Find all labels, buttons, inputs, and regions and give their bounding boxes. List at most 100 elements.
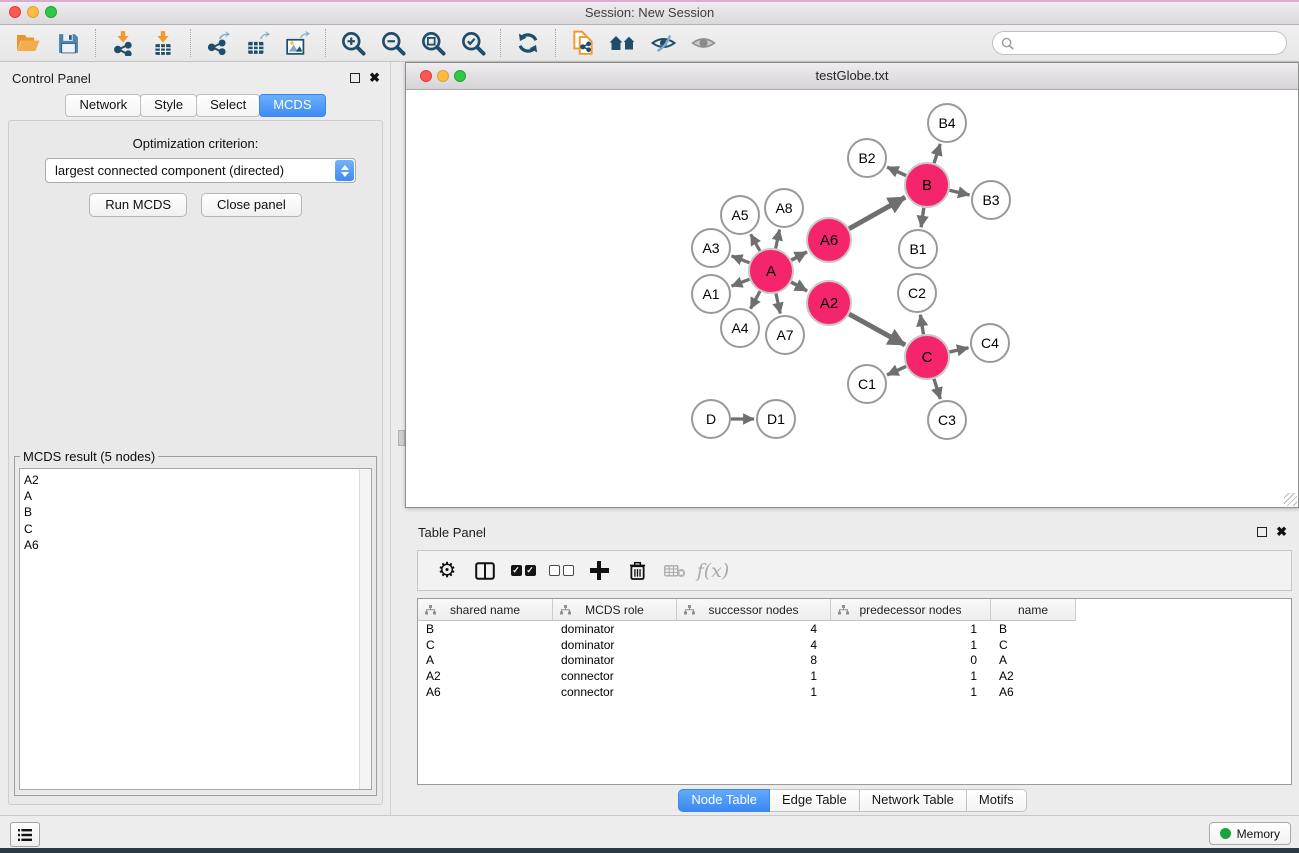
float-panel-icon[interactable] [350, 73, 360, 83]
zoom-window-button[interactable] [45, 6, 57, 18]
tab-select[interactable]: Select [196, 94, 260, 117]
tab-edge-table[interactable]: Edge Table [769, 789, 860, 812]
graph-node-C2[interactable]: C2 [898, 274, 936, 312]
graph-edge-A-A4[interactable] [751, 291, 761, 308]
graph-edge-A6-B[interactable] [849, 197, 905, 229]
import-table-icon[interactable] [143, 27, 183, 59]
mcds-result-item[interactable]: B [24, 504, 355, 520]
minimize-window-button[interactable] [27, 6, 39, 18]
table-row[interactable]: A2connector11A2 [418, 668, 1291, 684]
graph-edge-A-A8[interactable] [776, 230, 780, 249]
graph-edge-C-C1[interactable] [887, 366, 906, 375]
export-network-icon[interactable] [198, 27, 238, 59]
list-scrollbar[interactable] [359, 469, 371, 789]
memory-button[interactable]: Memory [1209, 822, 1291, 845]
mcds-result-list[interactable]: A2ABCA6 [19, 468, 372, 790]
graph-edge-C-C2[interactable] [920, 315, 923, 335]
table-row[interactable]: Cdominator41C [418, 637, 1291, 653]
graph-node-C[interactable]: C [905, 335, 949, 379]
graph-node-B4[interactable]: B4 [928, 104, 966, 142]
split-table-icon[interactable] [466, 562, 504, 580]
tab-node-table[interactable]: Node Table [678, 789, 770, 812]
close-panel-button[interactable]: Close panel [201, 193, 302, 217]
graph-node-A7[interactable]: A7 [766, 316, 804, 354]
graph-edge-A-A7[interactable] [776, 293, 780, 313]
graph-node-C3[interactable]: C3 [928, 401, 966, 439]
save-session-icon[interactable] [48, 27, 88, 59]
minimize-window-button[interactable] [437, 70, 449, 82]
add-column-icon[interactable] [580, 561, 618, 580]
graph-edge-B-B1[interactable] [921, 208, 924, 227]
run-mcds-button[interactable]: Run MCDS [89, 193, 187, 217]
open-folder-icon[interactable] [8, 27, 48, 59]
select-all-checkboxes-icon[interactable]: ✓✓ [504, 565, 542, 576]
export-table-icon[interactable] [238, 27, 278, 59]
panel-splitter-handle[interactable] [398, 430, 405, 446]
zoom-window-button[interactable] [454, 70, 466, 82]
graph-edge-B-B2[interactable] [887, 167, 906, 176]
graph-node-D1[interactable]: D1 [757, 400, 795, 438]
home-layouts-icon[interactable] [603, 27, 643, 59]
graph-node-A[interactable]: A [749, 249, 793, 293]
mcds-result-item[interactable]: C [24, 521, 355, 537]
column-header-successor-nodes[interactable]: successor nodes [677, 599, 831, 621]
column-header-MCDS-role[interactable]: MCDS role [553, 599, 677, 621]
copy-network-icon[interactable] [563, 27, 603, 59]
table-row[interactable]: A6connector11A6 [418, 684, 1291, 700]
network-window-titlebar[interactable]: testGlobe.txt [406, 63, 1298, 90]
deselect-all-checkboxes-icon[interactable] [542, 565, 580, 576]
column-header-shared-name[interactable]: shared name [418, 599, 553, 621]
optimization-criterion-select[interactable]: largest connected component (directed) [45, 158, 356, 183]
close-panel-icon[interactable]: ✖ [369, 72, 380, 84]
graph-node-A6[interactable]: A6 [807, 218, 851, 262]
zoom-in-icon[interactable] [333, 27, 373, 59]
graph-edge-C-C3[interactable] [934, 379, 940, 399]
gear-icon[interactable]: ⚙ [428, 561, 466, 581]
tab-motifs[interactable]: Motifs [966, 789, 1027, 812]
graph-edge-B-B3[interactable] [949, 190, 969, 195]
graph-node-B1[interactable]: B1 [899, 230, 937, 268]
tab-mcds[interactable]: MCDS [259, 94, 325, 117]
task-history-button[interactable] [10, 822, 40, 847]
network-canvas[interactable]: AA1A2A3A4A5A6A7A8BB1B2B3B4CC1C2C3C4DD1 [406, 90, 1298, 507]
graph-edge-A-A6[interactable] [791, 252, 807, 260]
graph-node-B[interactable]: B [905, 163, 949, 207]
close-window-button[interactable] [9, 6, 21, 18]
graph-node-A2[interactable]: A2 [807, 281, 851, 325]
close-panel-icon[interactable]: ✖ [1276, 526, 1287, 538]
graph-node-A3[interactable]: A3 [692, 229, 730, 267]
column-header-predecessor-nodes[interactable]: predecessor nodes [831, 599, 991, 621]
zoom-selected-icon[interactable] [453, 27, 493, 59]
graph-node-C4[interactable]: C4 [971, 324, 1009, 362]
zoom-fit-icon[interactable] [413, 27, 453, 59]
hide-panels-eye-icon[interactable] [643, 27, 683, 59]
tab-network-table[interactable]: Network Table [859, 789, 967, 812]
float-panel-icon[interactable] [1257, 527, 1267, 537]
graph-edge-A-A2[interactable] [791, 282, 807, 291]
toolbar-search-box[interactable] [992, 31, 1287, 55]
graph-node-B2[interactable]: B2 [848, 139, 886, 177]
graph-edge-A2-C[interactable] [849, 314, 905, 345]
search-input[interactable] [1014, 32, 1286, 54]
close-window-button[interactable] [420, 70, 432, 82]
graph-node-D[interactable]: D [692, 400, 730, 438]
graph-node-B3[interactable]: B3 [972, 181, 1010, 219]
graph-edge-A-A3[interactable] [732, 256, 750, 263]
export-image-icon[interactable] [278, 27, 318, 59]
graph-node-A4[interactable]: A4 [721, 309, 759, 347]
node-table[interactable]: shared nameMCDS rolesuccessor nodesprede… [417, 598, 1292, 785]
graph-node-A1[interactable]: A1 [692, 275, 730, 313]
mcds-result-item[interactable]: A2 [24, 472, 355, 488]
mcds-result-item[interactable]: A6 [24, 537, 355, 553]
graph-edge-B-B4[interactable] [934, 144, 940, 163]
import-network-icon[interactable] [103, 27, 143, 59]
graph-edge-C-C4[interactable] [949, 348, 968, 352]
column-header-name[interactable]: name [991, 599, 1076, 621]
tab-network[interactable]: Network [65, 94, 141, 117]
delete-column-icon[interactable] [618, 561, 656, 581]
table-row[interactable]: Bdominator41B [418, 621, 1291, 637]
tab-style[interactable]: Style [140, 94, 197, 117]
table-row[interactable]: Adominator80A [418, 652, 1291, 668]
graph-node-A8[interactable]: A8 [765, 189, 803, 227]
graph-node-C1[interactable]: C1 [848, 365, 886, 403]
